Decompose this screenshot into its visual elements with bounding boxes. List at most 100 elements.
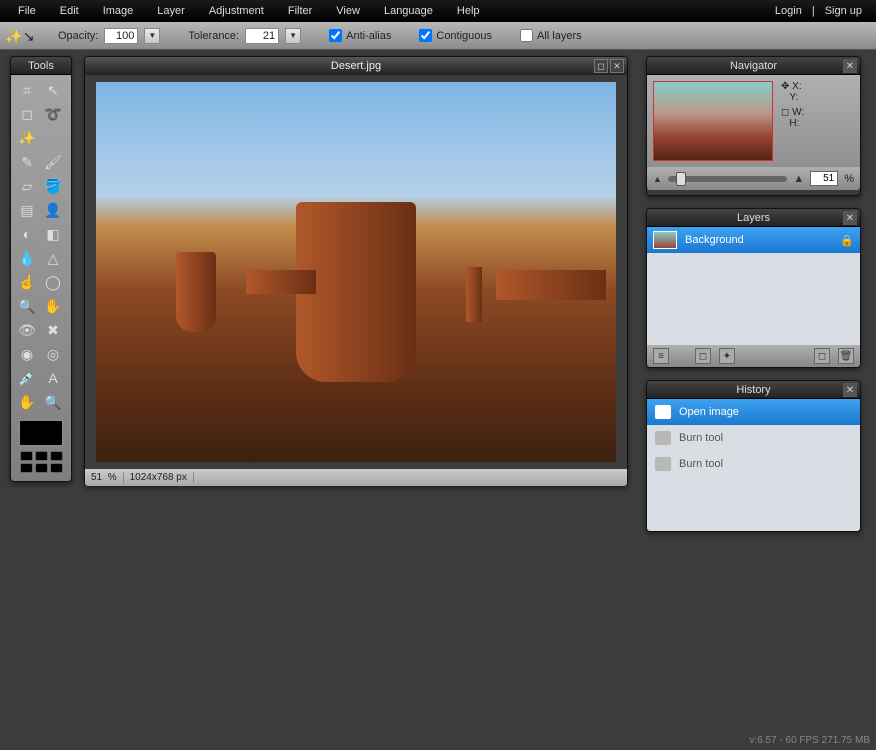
tool-eraser[interactable]: ▱ (15, 175, 39, 197)
menu-view[interactable]: View (324, 1, 372, 21)
layer-lock-icon[interactable]: 🔒 (840, 234, 854, 247)
zoom-input[interactable]: 51 (810, 171, 838, 186)
navigator-title: Navigator (730, 60, 777, 72)
navigator-thumbnail[interactable] (653, 81, 773, 161)
tool-sharpen[interactable]: △ (41, 247, 65, 269)
tolerance-input[interactable]: 21 (245, 28, 279, 44)
antialias-checkbox[interactable] (329, 29, 342, 42)
document-statusbar: 51 % 1024x768 px (85, 469, 627, 486)
menu-edit[interactable]: Edit (48, 1, 91, 21)
document-canvas-area[interactable] (85, 75, 627, 469)
zoom-out-icon[interactable]: ▲ (653, 174, 662, 184)
tool-gradient[interactable]: ▤ (15, 199, 39, 221)
tool-blank1[interactable] (41, 127, 65, 149)
wand-tool-icon: ✨↘ (10, 26, 30, 46)
signup-link[interactable]: Sign up (817, 1, 870, 21)
history-item[interactable]: Open image (647, 399, 860, 425)
tool-pinch[interactable]: ◎ (41, 343, 65, 365)
history-panel: History ✕ Open image Burn tool Burn tool (646, 380, 861, 532)
tool-spot[interactable]: ✖ (41, 319, 65, 341)
tool-picker[interactable]: 💉 (15, 367, 39, 389)
doc-maximize-button[interactable]: ◻ (594, 59, 608, 73)
zoom-in-icon[interactable]: ▲ (793, 173, 804, 185)
history-icon (655, 405, 671, 419)
delete-layer-button[interactable]: 🗑 (838, 348, 854, 364)
tool-move[interactable]: ↖ (41, 79, 65, 101)
doc-close-button[interactable]: ✕ (610, 59, 624, 73)
alllayers-checkbox[interactable] (520, 29, 533, 42)
contiguous-label: Contiguous (436, 30, 492, 42)
opacity-label: Opacity: (58, 30, 98, 42)
menu-adjustment[interactable]: Adjustment (197, 1, 276, 21)
options-bar: ✨↘ Opacity: 100 ▼ Tolerance: 21 ▼ Anti-a… (0, 22, 876, 50)
history-icon (655, 431, 671, 445)
tool-bloat[interactable]: ◉ (15, 343, 39, 365)
layer-name: Background (685, 234, 744, 246)
document-window: Desert.jpg ◻ ✕ 51 % 1024x768 px (84, 56, 628, 486)
menu-language[interactable]: Language (372, 1, 445, 21)
menu-image[interactable]: Image (91, 1, 146, 21)
microswatch[interactable] (20, 451, 33, 461)
layer-row[interactable]: Background 🔒 (647, 227, 860, 253)
document-title-bar[interactable]: Desert.jpg ◻ ✕ (85, 57, 627, 75)
tool-wand[interactable]: ✨ (15, 127, 39, 149)
tool-brush[interactable]: 🖌 (41, 151, 65, 173)
microswatch[interactable] (35, 463, 48, 473)
tolerance-dropdown[interactable]: ▼ (285, 28, 301, 44)
tools-panel-title: Tools (11, 57, 71, 75)
history-label: Burn tool (679, 458, 723, 470)
menu-sep: | (810, 1, 817, 21)
menu-help[interactable]: Help (445, 1, 492, 21)
tool-sponge[interactable]: ◯ (41, 271, 65, 293)
tool-replace[interactable]: ◐ (15, 223, 39, 245)
tool-lasso[interactable]: ➰ (41, 103, 65, 125)
history-item[interactable]: Burn tool (647, 451, 860, 477)
history-label: Burn tool (679, 432, 723, 444)
tool-pencil[interactable]: ✎ (15, 151, 39, 173)
tool-blur[interactable]: 💧 (15, 247, 39, 269)
foreground-color-swatch[interactable] (18, 419, 64, 447)
microswatch[interactable] (50, 451, 63, 461)
tool-redeye[interactable]: 👁 (15, 319, 39, 341)
layer-settings-button[interactable]: ≡ (653, 348, 669, 364)
history-item[interactable]: Burn tool (647, 425, 860, 451)
tool-marquee[interactable]: ◻ (15, 103, 39, 125)
menu-file[interactable]: File (6, 1, 48, 21)
microswatch[interactable] (50, 463, 63, 473)
tool-burn[interactable]: ✋ (41, 295, 65, 317)
menu-filter[interactable]: Filter (276, 1, 324, 21)
antialias-label: Anti-alias (346, 30, 391, 42)
tool-draw[interactable]: ◧ (41, 223, 65, 245)
microswatch[interactable] (20, 463, 33, 473)
tool-type[interactable]: A (41, 367, 65, 389)
layer-mask-button[interactable]: ◻ (695, 348, 711, 364)
navigator-close-button[interactable]: ✕ (843, 59, 857, 73)
new-layer-button[interactable]: ◻ (814, 348, 830, 364)
layers-title: Layers (737, 212, 770, 224)
opacity-input[interactable]: 100 (104, 28, 138, 44)
layer-style-button[interactable]: ✦ (719, 348, 735, 364)
microswatch[interactable] (35, 451, 48, 461)
zoom-slider[interactable] (668, 176, 787, 182)
menubar: FileEditImageLayerAdjustmentFilterViewLa… (0, 0, 876, 22)
history-label: Open image (679, 406, 739, 418)
layers-close-button[interactable]: ✕ (843, 211, 857, 225)
alllayers-label: All layers (537, 30, 582, 42)
login-link[interactable]: Login (767, 1, 810, 21)
tool-dodge[interactable]: 🔍 (15, 295, 39, 317)
history-icon (655, 457, 671, 471)
canvas-image[interactable] (96, 82, 616, 462)
contiguous-checkbox[interactable] (419, 29, 432, 42)
zoom-unit: % (844, 173, 854, 185)
history-close-button[interactable]: ✕ (843, 383, 857, 397)
tool-hand[interactable]: ✋ (15, 391, 39, 413)
tool-bucket[interactable]: 🪣 (41, 175, 65, 197)
opacity-dropdown[interactable]: ▼ (144, 28, 160, 44)
layer-thumbnail (653, 231, 677, 249)
tool-crop[interactable]: ⌗ (15, 79, 39, 101)
history-title: History (736, 384, 770, 396)
tool-smudge[interactable]: ☝ (15, 271, 39, 293)
tool-zoom[interactable]: 🔍 (41, 391, 65, 413)
menu-layer[interactable]: Layer (145, 1, 197, 21)
tool-clone[interactable]: 👤 (41, 199, 65, 221)
